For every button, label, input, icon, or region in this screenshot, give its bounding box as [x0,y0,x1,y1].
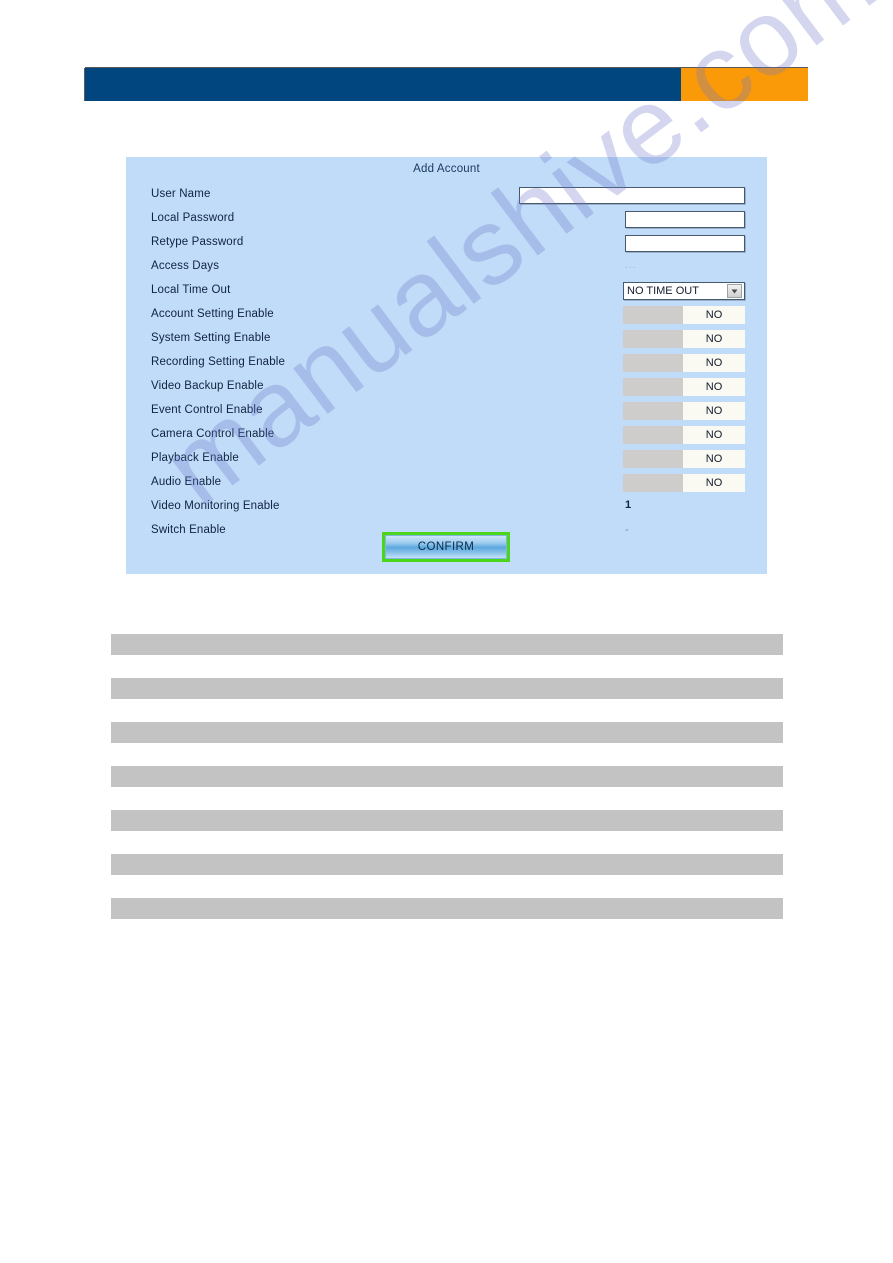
toggle-selected-half[interactable]: NO [683,330,745,348]
row-label: Audio Enable [151,476,222,488]
access-days-value[interactable]: ... [625,260,636,271]
text-input[interactable] [519,187,745,204]
placeholder-bar [111,810,783,831]
placeholder-bar [111,722,783,743]
row-label: Account Setting Enable [151,308,274,320]
toggle-unselected-half[interactable] [623,306,683,324]
dialog-title: Add Account [413,163,480,175]
confirm-button[interactable]: CONFIRM [385,535,507,559]
toggle-unselected-half[interactable] [623,378,683,396]
timeout-select[interactable]: NO TIME OUT [623,282,745,300]
toggle-selected-half[interactable]: NO [683,426,745,444]
row-label: Camera Control Enable [151,428,275,440]
confirm-button-focus-ring: CONFIRM [382,532,510,562]
toggle-selected-half[interactable]: NO [683,474,745,492]
placeholder-bar [111,634,783,655]
form-row: Retype Password [126,232,767,256]
row-label: Switch Enable [151,524,226,536]
yes-no-toggle[interactable]: NO [623,354,745,372]
form-row: System Setting Enable NO [126,328,767,352]
toggle-selected-half[interactable]: NO [683,450,745,468]
yes-no-toggle[interactable]: NO [623,426,745,444]
yes-no-toggle[interactable]: NO [623,330,745,348]
form-row: User Name [126,184,767,208]
row-label: System Setting Enable [151,332,271,344]
select-value: NO TIME OUT [627,285,699,297]
form-row: Playback Enable NO [126,448,767,472]
form-row: Recording Setting Enable NO [126,352,767,376]
row-value: 1 [625,499,632,511]
form-row: Video Backup Enable NO [126,376,767,400]
toggle-unselected-half[interactable] [623,330,683,348]
placeholder-bar [111,766,783,787]
text-input[interactable] [625,235,745,252]
yes-no-toggle[interactable]: NO [623,402,745,420]
row-label: Access Days [151,260,220,272]
toggle-unselected-half[interactable] [623,426,683,444]
toggle-selected-half[interactable]: NO [683,402,745,420]
form-row: Local Time Out NO TIME OUT [126,280,767,304]
row-label: User Name [151,188,211,200]
form-row: Audio Enable NO [126,472,767,496]
form-row: Event Control Enable NO [126,400,767,424]
add-account-dialog: Add Account User Name Local Password Retyp… [126,157,767,574]
form-row: Access Days... [126,256,767,280]
row-label: Video Monitoring Enable [151,500,280,512]
row-label: Event Control Enable [151,404,263,416]
text-input[interactable] [625,211,745,228]
yes-no-toggle[interactable]: NO [623,378,745,396]
row-label: Video Backup Enable [151,380,264,392]
row-label: Retype Password [151,236,244,248]
form-row: Local Password [126,208,767,232]
row-value: - [625,524,629,536]
toggle-unselected-half[interactable] [623,402,683,420]
chevron-down-icon[interactable] [727,284,742,298]
yes-no-toggle[interactable]: NO [623,474,745,492]
toggle-selected-half[interactable]: NO [683,306,745,324]
yes-no-toggle[interactable]: NO [623,306,745,324]
row-label: Local Time Out [151,284,231,296]
page-header-band [85,68,808,101]
toggle-selected-half[interactable]: NO [683,354,745,372]
row-label: Recording Setting Enable [151,356,286,368]
toggle-unselected-half[interactable] [623,354,683,372]
form-row: Camera Control Enable NO [126,424,767,448]
header-band-orange-segment [681,68,808,101]
toggle-unselected-half[interactable] [623,474,683,492]
header-band-blue-segment [85,68,681,101]
placeholder-bar [111,898,783,919]
form-row: Video Monitoring Enable 1 [126,496,767,520]
placeholder-bar [111,678,783,699]
toggle-selected-half[interactable]: NO [683,378,745,396]
placeholder-bar [111,854,783,875]
row-label: Playback Enable [151,452,239,464]
toggle-unselected-half[interactable] [623,450,683,468]
yes-no-toggle[interactable]: NO [623,450,745,468]
form-row: Account Setting Enable NO [126,304,767,328]
row-label: Local Password [151,212,235,224]
